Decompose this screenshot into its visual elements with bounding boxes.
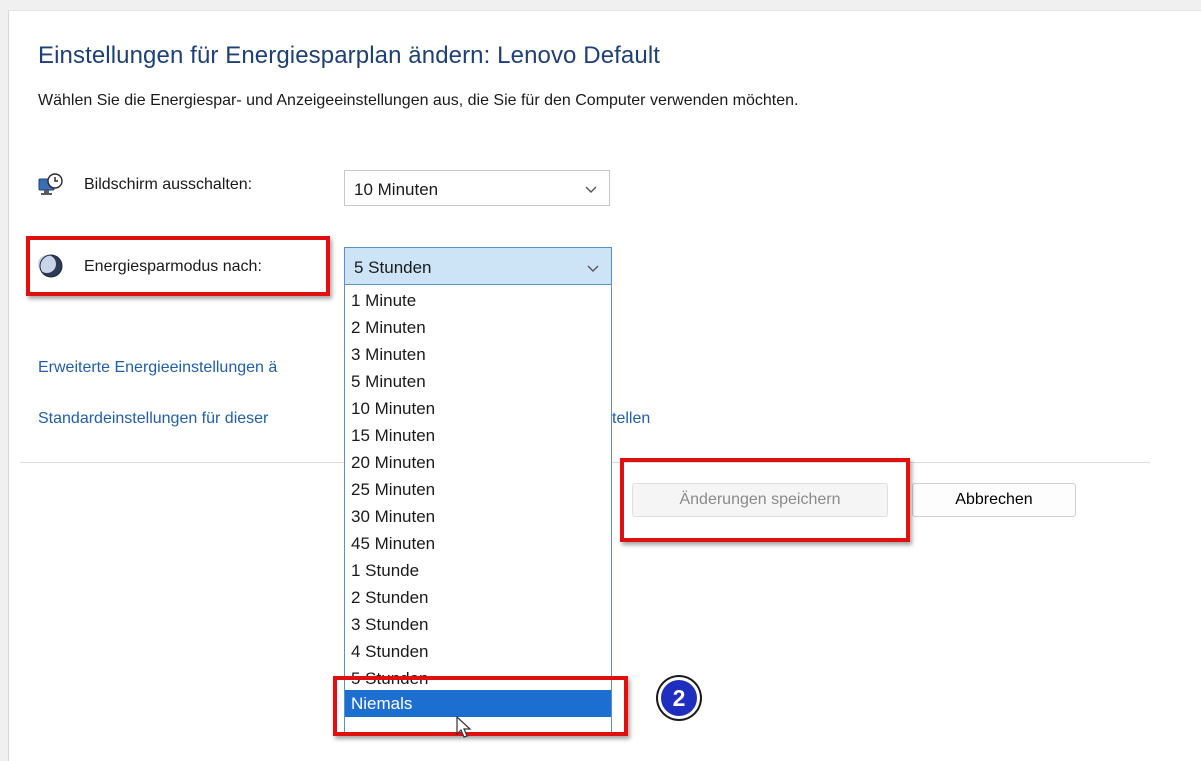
dropdown-option[interactable]: 2 Minuten: [345, 314, 611, 341]
dropdown-option[interactable]: 2 Stunden: [345, 584, 611, 611]
dropdown-option[interactable]: 3 Stunden: [345, 611, 611, 638]
display-off-value: 10 Minuten: [354, 180, 439, 199]
display-off-label: Bildschirm ausschalten:: [84, 176, 253, 193]
annotation-box-never-option: [333, 676, 628, 736]
cancel-button[interactable]: Abbrechen: [912, 483, 1076, 517]
annotation-box-save-button: [620, 458, 910, 542]
sleep-dropdown-list[interactable]: 1 Minute 2 Minuten 3 Minuten 5 Minuten 10 Mi…: [344, 285, 612, 733]
chevron-down-icon: [586, 260, 600, 274]
step-badge: 2: [658, 677, 700, 719]
dropdown-option[interactable]: 20 Minuten: [345, 449, 611, 476]
mouse-cursor-icon: [456, 715, 472, 740]
dropdown-option[interactable]: 1 Stunde: [345, 557, 611, 584]
annotation-box-sleep-label: [26, 236, 330, 296]
sleep-select[interactable]: 5 Stunden: [344, 247, 612, 285]
monitor-clock-icon: [38, 172, 64, 198]
sleep-value: 5 Stunden: [354, 258, 432, 277]
dropdown-option[interactable]: 25 Minuten: [345, 476, 611, 503]
chevron-down-icon: [584, 181, 598, 195]
restore-defaults-link-end[interactable]: tellen: [612, 410, 650, 428]
restore-defaults-link[interactable]: Standardeinstellungen für dieser: [38, 410, 268, 428]
dropdown-option[interactable]: 15 Minuten: [345, 422, 611, 449]
page-title: Einstellungen für Energiesparplan ändern…: [38, 42, 661, 69]
dropdown-option[interactable]: 5 Minuten: [345, 368, 611, 395]
dropdown-option[interactable]: 10 Minuten: [345, 395, 611, 422]
dropdown-option[interactable]: 1 Minute: [345, 287, 611, 314]
advanced-settings-link[interactable]: Erweiterte Energieeinstellungen ä: [38, 359, 277, 377]
dropdown-option[interactable]: 3 Minuten: [345, 341, 611, 368]
dropdown-option[interactable]: 30 Minuten: [345, 503, 611, 530]
dropdown-option[interactable]: 45 Minuten: [345, 530, 611, 557]
display-off-select[interactable]: 10 Minuten: [344, 170, 610, 206]
page-subtitle: Wählen Sie die Energiespar- und Anzeigee…: [38, 92, 799, 109]
dropdown-option[interactable]: 4 Stunden: [345, 638, 611, 665]
